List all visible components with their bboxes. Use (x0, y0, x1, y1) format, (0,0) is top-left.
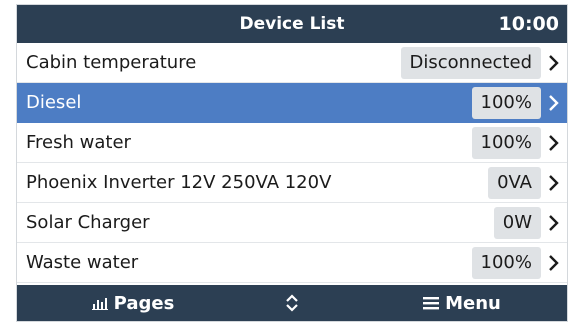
chevron-right-icon (541, 203, 567, 243)
bar-chart-icon (91, 296, 114, 310)
menu-button[interactable]: Menu (407, 285, 517, 321)
device-row-solar-charger[interactable]: Solar Charger 0W (17, 203, 567, 243)
up-down-button[interactable] (279, 285, 305, 321)
header-bar: Device List 10:00 (17, 5, 567, 43)
hamburger-icon (423, 296, 445, 310)
footer-bar: Pages Menu (17, 285, 567, 321)
device-row-waste-water[interactable]: Waste water 100% (17, 243, 567, 283)
device-list-screen: Device List 10:00 Cabin temperature Disc… (16, 4, 568, 322)
device-row-diesel[interactable]: Diesel 100% (17, 83, 567, 123)
device-row-cabin-temperature[interactable]: Cabin temperature Disconnected (17, 43, 567, 83)
chevron-right-icon (541, 43, 567, 83)
device-label: Cabin temperature (26, 52, 197, 73)
device-value: 100% (471, 126, 541, 159)
device-label: Waste water (26, 252, 139, 273)
up-down-chevron-icon (285, 293, 299, 313)
device-value: Disconnected (400, 46, 541, 79)
device-row-fresh-water[interactable]: Fresh water 100% (17, 123, 567, 163)
chevron-right-icon (541, 123, 567, 163)
device-list: Cabin temperature Disconnected Diesel 10… (17, 43, 567, 283)
device-label: Solar Charger (26, 212, 150, 233)
device-label: Diesel (26, 92, 82, 113)
chevron-right-icon (541, 83, 567, 123)
device-row-phoenix-inverter[interactable]: Phoenix Inverter 12V 250VA 120V 0VA (17, 163, 567, 203)
chevron-right-icon (541, 163, 567, 203)
chevron-right-icon (541, 243, 567, 283)
device-label: Fresh water (26, 132, 131, 153)
page-title: Device List (239, 14, 345, 34)
device-value: 100% (471, 86, 541, 119)
pages-button[interactable]: Pages (73, 285, 193, 321)
pages-label: Pages (113, 292, 175, 314)
device-value: 100% (471, 246, 541, 279)
device-label: Phoenix Inverter 12V 250VA 120V (26, 172, 332, 193)
clock: 10:00 (498, 13, 559, 35)
device-value: 0W (493, 206, 541, 239)
menu-label: Menu (445, 292, 501, 314)
device-value: 0VA (488, 166, 541, 199)
